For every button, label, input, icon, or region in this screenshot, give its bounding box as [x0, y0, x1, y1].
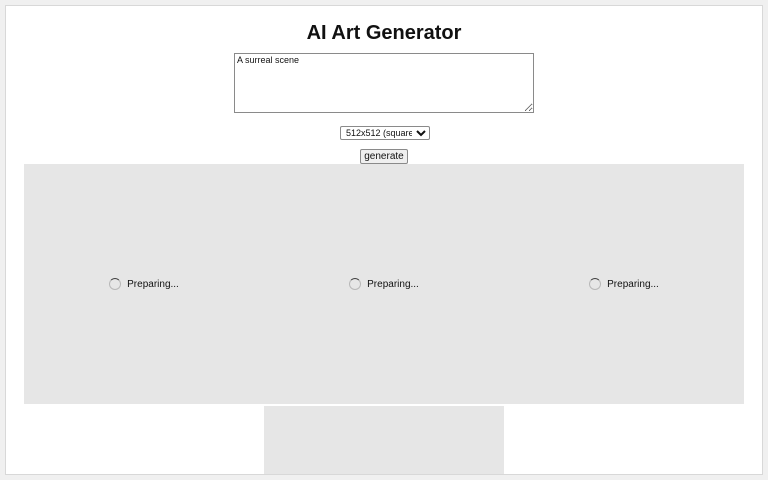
tile-status: Preparing...: [607, 278, 659, 290]
result-tile: Preparing...: [264, 164, 504, 404]
result-tile-placeholder: [264, 406, 504, 474]
spinner-icon: [349, 278, 362, 290]
prompt-input[interactable]: A surreal scene: [234, 53, 534, 113]
tile-status: Preparing...: [127, 278, 179, 290]
spinner-icon: [109, 278, 122, 290]
result-tile: Preparing...: [24, 164, 264, 404]
page-title: AI Art Generator: [306, 22, 462, 44]
generate-button[interactable]: generate: [360, 149, 408, 164]
spinner-icon: [589, 278, 602, 290]
size-select[interactable]: 512x512 (square): [340, 126, 430, 140]
result-tile: Preparing...: [504, 164, 744, 404]
results-grid: Preparing... Preparing... Preparing...: [24, 164, 744, 404]
app-frame: AI Art Generator A surreal scene 512x512…: [5, 5, 763, 475]
tile-status: Preparing...: [367, 278, 419, 290]
